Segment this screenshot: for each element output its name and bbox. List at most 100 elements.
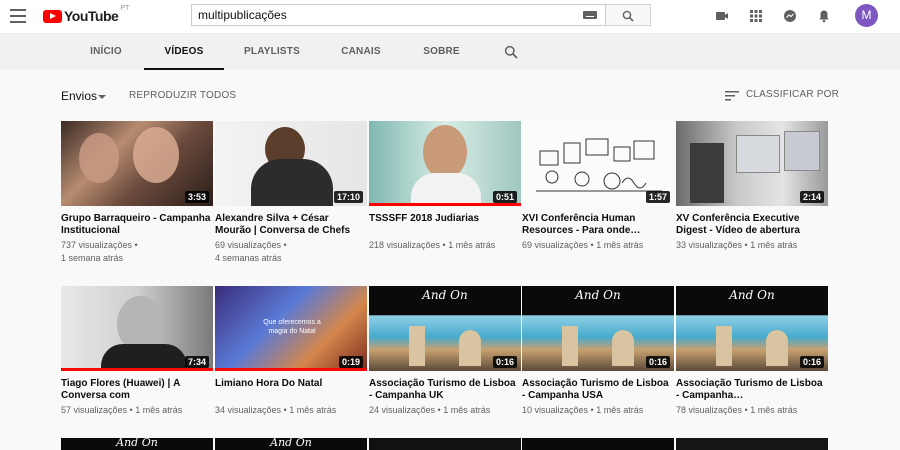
- video-meta: 10 visualizações • 1 mês atrás: [522, 405, 644, 415]
- video-thumbnail[interactable]: 1:57: [522, 121, 674, 206]
- videos-toolbar: Envios REPRODUZIR TODOS CLASSIFICAR POR: [0, 70, 900, 120]
- video-card[interactable]: And On 0:16 Associação Turismo de Lisboa…: [522, 286, 674, 417]
- video-thumbnail[interactable]: Que oferecemos a magia do Natal 0:19: [215, 286, 367, 371]
- upload-age: 1 mês atrás: [289, 405, 337, 415]
- video-thumbnail[interactable]: And On 0:16: [676, 286, 828, 371]
- tab-playlists[interactable]: PLAYLISTS: [236, 33, 308, 70]
- avatar[interactable]: M: [855, 4, 878, 27]
- video-meta: 737 visualizações • 1 semana atrás: [61, 240, 138, 263]
- video-card[interactable]: 2:14 XV Conferência Executive Digest - V…: [676, 121, 828, 252]
- video-title[interactable]: Associação Turismo de Lisboa - Campanha …: [369, 378, 521, 402]
- thumbnail-caption: And On: [116, 438, 158, 449]
- video-meta: 57 visualizações • 1 mês atrás: [61, 405, 183, 415]
- menu-icon[interactable]: [10, 9, 26, 23]
- video-thumbnail[interactable]: 17:10: [215, 121, 367, 206]
- tab-sobre[interactable]: SOBRE: [414, 33, 469, 70]
- view-count: 34 visualizações: [215, 405, 282, 415]
- keyboard-icon[interactable]: [583, 11, 597, 19]
- view-count: 24 visualizações: [369, 405, 436, 415]
- messages-icon[interactable]: [783, 9, 797, 23]
- video-thumbnail[interactable]: 2:14: [676, 121, 828, 206]
- video-title[interactable]: Tiago Flores (Huawei) | À Conversa com: [61, 378, 213, 402]
- thumbnail-caption: And On: [270, 438, 312, 449]
- view-count: 57 visualizações: [61, 405, 128, 415]
- video-title[interactable]: Alexandre Silva + César Mourão | Convers…: [215, 213, 367, 237]
- video-card[interactable]: 7:34 Tiago Flores (Huawei) | À Conversa …: [61, 286, 213, 417]
- video-thumbnail[interactable]: [522, 438, 674, 450]
- video-thumbnail[interactable]: 0:51: [369, 121, 521, 206]
- upload-age: 1 mês atrás: [596, 240, 644, 250]
- view-count: 78 visualizações: [676, 405, 743, 415]
- tab-canais[interactable]: CANAIS: [331, 33, 391, 70]
- video-thumbnail[interactable]: And On 0:16: [522, 286, 674, 371]
- video-duration: 0:16: [799, 356, 824, 368]
- video-duration: 0:16: [645, 356, 670, 368]
- video-title[interactable]: XV Conferência Executive Digest - Vídeo …: [676, 213, 828, 237]
- video-duration: 7:34: [184, 356, 209, 368]
- sort-by-button[interactable]: CLASSIFICAR POR: [746, 89, 839, 100]
- view-count: 69 visualizações: [215, 240, 282, 250]
- channel-search-icon[interactable]: [504, 45, 518, 59]
- video-card[interactable]: 0:51 TSSSFF 2018 Judiarias 218 visualiza…: [369, 121, 521, 252]
- dropdown-caret-icon[interactable]: [98, 95, 106, 99]
- video-meta: 69 visualizações • 1 mês atrás: [522, 240, 644, 250]
- uploads-dropdown[interactable]: Envios: [61, 89, 97, 103]
- view-count: 737 visualizações: [61, 240, 133, 250]
- video-meta: 24 visualizações • 1 mês atrás: [369, 405, 491, 415]
- video-duration: 17:10: [333, 191, 363, 203]
- video-thumbnail[interactable]: [369, 438, 521, 450]
- video-card[interactable]: 17:10 Alexandre Silva + César Mourão | C…: [215, 121, 367, 265]
- video-card[interactable]: Que oferecemos a magia do Natal 0:19 Lim…: [215, 286, 367, 417]
- masthead: YouTube PT M: [0, 0, 900, 33]
- video-duration: 0:19: [338, 356, 363, 368]
- upload-age: 1 mês atrás: [750, 405, 798, 415]
- upload-age: 1 mês atrás: [135, 405, 183, 415]
- view-count: 69 visualizações: [522, 240, 589, 250]
- sort-icon[interactable]: [725, 91, 739, 101]
- upload-age: 4 semanas atrás: [215, 253, 282, 263]
- play-all-button[interactable]: REPRODUZIR TODOS: [129, 90, 236, 101]
- video-thumbnail[interactable]: And On 0:16: [369, 286, 521, 371]
- view-count: 10 visualizações: [522, 405, 589, 415]
- video-duration: 1:57: [645, 191, 670, 203]
- thumbnail-caption: And On: [729, 288, 775, 302]
- search-button[interactable]: [606, 4, 651, 26]
- video-title[interactable]: TSSSFF 2018 Judiarias: [369, 213, 521, 237]
- youtube-logo[interactable]: YouTube PT: [43, 5, 129, 25]
- video-title[interactable]: Associação Turismo de Lisboa - Campanha…: [676, 378, 828, 402]
- video-meta: 34 visualizações • 1 mês atrás: [215, 405, 337, 415]
- video-thumbnail[interactable]: [676, 438, 828, 450]
- notifications-icon[interactable]: [817, 9, 831, 23]
- channel-tabs: INÍCIO VÍDEOS PLAYLISTS CANAIS SOBRE: [0, 33, 900, 70]
- tab-inicio[interactable]: INÍCIO: [80, 33, 132, 70]
- video-meta: 33 visualizações • 1 mês atrás: [676, 240, 798, 250]
- video-duration: 0:51: [492, 191, 517, 203]
- upload-age: 1 semana atrás: [61, 253, 124, 263]
- tab-videos[interactable]: VÍDEOS: [144, 33, 224, 70]
- video-title[interactable]: Limiano Hora Do Natal: [215, 378, 367, 402]
- watch-progress: [369, 203, 521, 206]
- create-video-icon[interactable]: [715, 9, 729, 23]
- video-thumbnail[interactable]: 7:34: [61, 286, 213, 371]
- video-thumbnail[interactable]: And On: [61, 438, 213, 450]
- watch-progress: [215, 368, 367, 371]
- video-meta: 218 visualizações • 1 mês atrás: [369, 240, 496, 250]
- video-card[interactable]: And On 0:16 Associação Turismo de Lisboa…: [676, 286, 828, 417]
- video-duration: 0:16: [492, 356, 517, 368]
- search-input[interactable]: [192, 5, 572, 25]
- video-thumbnail[interactable]: 3:53: [61, 121, 213, 206]
- video-thumbnail[interactable]: And On: [215, 438, 367, 450]
- video-title[interactable]: Associação Turismo de Lisboa - Campanha …: [522, 378, 674, 402]
- video-duration: 3:53: [184, 191, 209, 203]
- logo-text: YouTube: [64, 8, 119, 24]
- apps-icon[interactable]: [749, 9, 763, 23]
- thumbnail-caption: And On: [422, 288, 468, 302]
- video-card[interactable]: 1:57 XVI Conferência Human Resources - P…: [522, 121, 674, 252]
- watch-progress: [61, 368, 213, 371]
- upload-age: 1 mês atrás: [596, 405, 644, 415]
- search-box: [191, 4, 606, 26]
- video-card[interactable]: 3:53 Grupo Barraqueiro - Campanha Instit…: [61, 121, 213, 265]
- video-card[interactable]: And On 0:16 Associação Turismo de Lisboa…: [369, 286, 521, 417]
- video-title[interactable]: Grupo Barraqueiro - Campanha Institucion…: [61, 213, 213, 237]
- video-title[interactable]: XVI Conferência Human Resources - Para o…: [522, 213, 674, 237]
